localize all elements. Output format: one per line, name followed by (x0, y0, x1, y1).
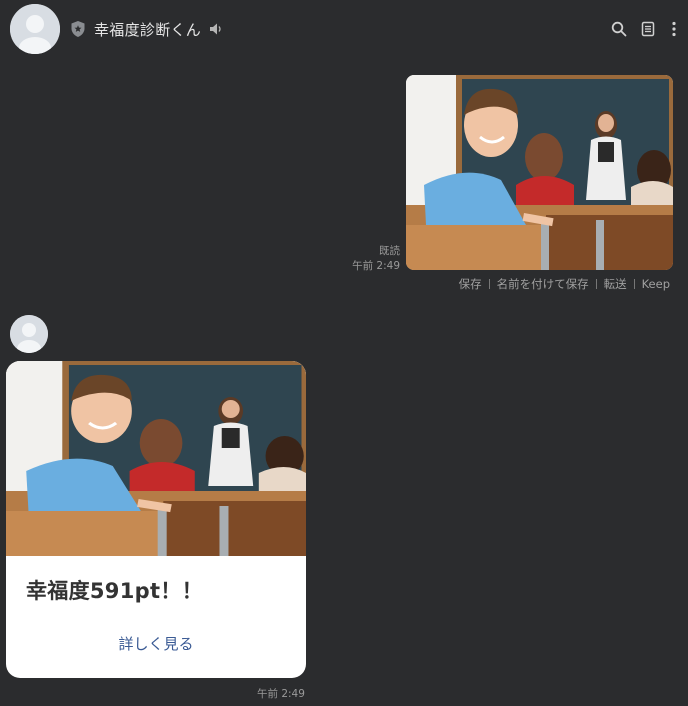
notes-button[interactable] (637, 18, 659, 40)
chat-avatar[interactable] (10, 4, 60, 54)
keep-link[interactable]: Keep (642, 277, 670, 291)
classroom-photo (406, 75, 673, 270)
classroom-photo (6, 361, 306, 556)
default-avatar-icon (10, 315, 48, 353)
received-timestamp: 午前 2:49 (257, 688, 305, 700)
message-card[interactable]: 幸福度591pt！！ 詳しく見る (6, 361, 306, 678)
speaker-icon[interactable] (209, 22, 223, 36)
photo-actions: 保存 名前を付けて保存 転送 Keep (459, 276, 670, 292)
read-receipt: 既読 (379, 245, 400, 257)
card-photo (6, 361, 306, 556)
more-button[interactable] (663, 18, 685, 40)
default-avatar-icon (10, 4, 60, 54)
chat-title: 幸福度診断くん (94, 20, 202, 39)
save-as-link[interactable]: 名前を付けて保存 (497, 276, 589, 292)
sent-photo[interactable] (406, 75, 673, 270)
separator (488, 279, 490, 289)
sent-timestamp: 午前 2:49 (352, 260, 400, 272)
chat-header: 幸福度診断くん (70, 18, 223, 40)
shield-icon (71, 21, 85, 37)
save-link[interactable]: 保存 (459, 276, 482, 292)
notes-icon (641, 21, 655, 37)
card-title: 幸福度591pt！！ (26, 579, 203, 603)
sender-avatar[interactable] (10, 315, 48, 353)
details-link[interactable]: 詳しく見る (6, 633, 306, 654)
forward-link[interactable]: 転送 (604, 276, 627, 292)
search-icon (611, 21, 627, 37)
separator (595, 279, 597, 289)
more-icon (672, 21, 676, 37)
search-button[interactable] (608, 18, 630, 40)
separator (633, 279, 635, 289)
